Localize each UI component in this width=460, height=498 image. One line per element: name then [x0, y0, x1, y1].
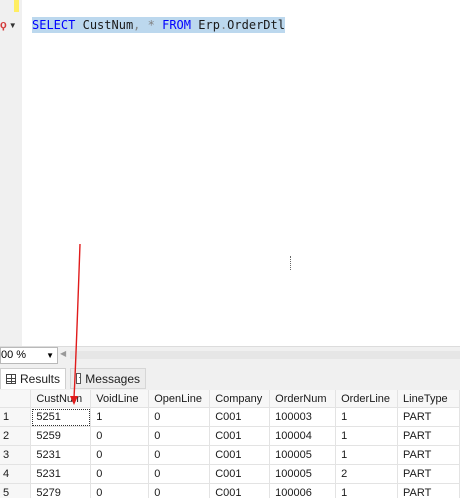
table-cell[interactable]: 100004: [269, 426, 337, 446]
horizontal-scrollbar[interactable]: [70, 351, 460, 359]
column-header[interactable]: OrderLine: [335, 390, 399, 408]
table-cell[interactable]: 0: [90, 464, 150, 484]
table-row[interactable]: 3 5231 0 0 C001 100005 1 PART: [0, 445, 460, 465]
row-number[interactable]: 1: [0, 407, 32, 427]
row-number[interactable]: 3: [0, 445, 32, 465]
results-grid[interactable]: CustNum VoidLine OpenLine Company OrderN…: [0, 390, 460, 498]
table-cell[interactable]: 5231: [30, 445, 92, 465]
editor-statusbar: 00 % ▼ ◀: [0, 346, 460, 364]
zoom-value: 00 %: [1, 349, 27, 361]
table-cell[interactable]: 100005: [269, 464, 337, 484]
tab-results[interactable]: Results: [0, 368, 66, 389]
column-header[interactable]: Company: [209, 390, 271, 408]
chevron-down-icon: ▼: [8, 20, 17, 30]
column-header[interactable]: OpenLine: [148, 390, 211, 408]
table-cell[interactable]: 0: [148, 445, 211, 465]
column-header[interactable]: VoidLine: [90, 390, 150, 408]
table-cell[interactable]: 0: [148, 426, 211, 446]
table-cell[interactable]: PART: [397, 483, 460, 498]
query-editor[interactable]: ϙ ▼ SELECT CustNum, * FROM Erp.OrderDtl: [0, 0, 460, 346]
grid-icon: [6, 374, 16, 384]
table-cell[interactable]: 100005: [269, 445, 337, 465]
tab-messages[interactable]: Messages: [70, 368, 146, 389]
table-cell[interactable]: 1: [335, 483, 399, 498]
star: *: [147, 18, 155, 32]
results-table: CustNum VoidLine OpenLine Company OrderN…: [0, 390, 460, 498]
header-row: CustNum VoidLine OpenLine Company OrderN…: [0, 390, 460, 408]
table-row[interactable]: 1 5251 1 0 C001 100003 1 PART: [0, 407, 460, 427]
table-row[interactable]: 4 5231 0 0 C001 100005 2 PART: [0, 464, 460, 484]
tab-results-label: Results: [19, 372, 60, 386]
table-cell[interactable]: 5251: [30, 407, 92, 427]
column-name: CustNum: [82, 18, 134, 32]
table-cell[interactable]: 2: [335, 464, 399, 484]
table-cell[interactable]: 0: [148, 464, 211, 484]
table-cell[interactable]: 1: [335, 445, 399, 465]
scroll-left-icon[interactable]: ◀: [60, 349, 66, 358]
table-cell[interactable]: PART: [397, 464, 460, 484]
table-cell[interactable]: 0: [148, 407, 211, 427]
table-cell[interactable]: 5259: [30, 426, 92, 446]
table-cell[interactable]: C001: [209, 464, 271, 484]
snippet-dropdown[interactable]: ϙ ▼: [0, 16, 22, 34]
keyword-select: SELECT: [32, 18, 76, 32]
results-tabs: Results Messages: [0, 364, 460, 391]
table-cell[interactable]: C001: [209, 407, 271, 427]
tab-messages-label: Messages: [85, 371, 140, 386]
table-cell[interactable]: PART: [397, 407, 460, 427]
column-header[interactable]: OrderNum: [269, 390, 337, 408]
editor-margin: [0, 0, 22, 346]
table-cell[interactable]: 0: [148, 483, 211, 498]
comma: ,: [133, 18, 141, 32]
table-cell[interactable]: 0: [90, 483, 150, 498]
table-cell[interactable]: C001: [209, 483, 271, 498]
chevron-down-icon: ▼: [46, 351, 54, 360]
change-indicator: [14, 0, 19, 12]
table-cell[interactable]: 1: [335, 407, 399, 427]
column-header[interactable]: CustNum: [30, 390, 92, 408]
table-cell[interactable]: 5279: [30, 483, 92, 498]
table-cell[interactable]: 100006: [269, 483, 337, 498]
row-number[interactable]: 2: [0, 426, 32, 446]
schema-name: Erp: [198, 18, 220, 32]
table-cell[interactable]: 0: [90, 445, 150, 465]
table-cell[interactable]: C001: [209, 426, 271, 446]
row-number[interactable]: 5: [0, 483, 32, 498]
table-cell[interactable]: 0: [90, 426, 150, 446]
table-cell[interactable]: PART: [397, 426, 460, 446]
zoom-select[interactable]: 00 % ▼: [0, 347, 58, 364]
table-cell[interactable]: PART: [397, 445, 460, 465]
table-cell[interactable]: 100003: [269, 407, 337, 427]
column-header[interactable]: LineType: [397, 390, 460, 408]
query-line[interactable]: SELECT CustNum, * FROM Erp.OrderDtl: [32, 17, 285, 33]
tsql-icon: ϙ: [0, 19, 7, 31]
row-number[interactable]: 4: [0, 464, 32, 484]
table-cell[interactable]: 5231: [30, 464, 92, 484]
table-cell[interactable]: C001: [209, 445, 271, 465]
table-cell[interactable]: 1: [90, 407, 150, 427]
row-number-header[interactable]: [0, 390, 32, 408]
messages-icon: [76, 373, 82, 384]
table-cell[interactable]: 1: [335, 426, 399, 446]
table-row[interactable]: 5 5279 0 0 C001 100006 1 PART: [0, 483, 460, 498]
table-row[interactable]: 2 5259 0 0 C001 100004 1 PART: [0, 426, 460, 446]
table-name: OrderDtl: [227, 18, 285, 32]
keyword-from: FROM: [162, 18, 192, 32]
mouse-ibeam-cursor: [290, 256, 292, 270]
